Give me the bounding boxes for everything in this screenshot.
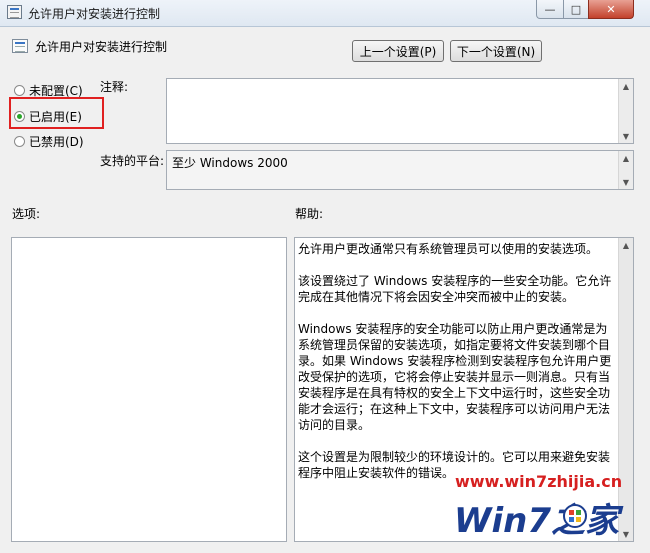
next-setting-button[interactable]: 下一个设置(N) (450, 40, 542, 62)
watermark-logo: Win7之家 (454, 501, 624, 541)
windows-flag-blue (569, 517, 574, 522)
minimize-button[interactable]: — (536, 0, 564, 19)
scroll-up-icon[interactable]: ▲ (619, 238, 633, 252)
watermark-logo-text: Win7之家 (454, 501, 624, 541)
radio-disabled[interactable]: 已禁用(D) (14, 133, 84, 150)
platform-label: 支持的平台: (100, 154, 165, 168)
help-text: 允许用户更改通常只有系统管理员可以使用的安装选项。 该设置绕过了 Windows… (298, 241, 616, 497)
watermark-url: www.win7zhijia.cn (455, 472, 623, 491)
radio-circle[interactable] (14, 136, 25, 147)
scroll-up-icon[interactable]: ▲ (619, 79, 633, 93)
title-bar: 允许用户对安装进行控制 — □ ✕ (0, 0, 650, 27)
platform-value: 至少 Windows 2000 (172, 156, 288, 170)
options-panel (11, 237, 287, 542)
policy-setting-icon (12, 39, 28, 53)
previous-setting-button[interactable]: 上一个设置(P) (352, 40, 444, 62)
maximize-button[interactable]: □ (563, 0, 589, 19)
help-label: 帮助: (295, 207, 324, 221)
radio-circle[interactable] (14, 85, 25, 96)
windows-flag-green (576, 510, 581, 515)
note-scrollbar[interactable]: ▲ ▼ (618, 79, 633, 143)
windows-flag-yellow (576, 517, 581, 522)
windows-flag-red (569, 510, 574, 515)
platform-scrollbar[interactable]: ▲ ▼ (618, 151, 633, 189)
policy-icon (7, 5, 22, 19)
help-paragraph: Windows 安装程序的安全功能可以防止用户更改通常是为系统管理员保留的安装选… (298, 322, 612, 432)
options-label: 选项: (12, 207, 41, 221)
radio-label: 已禁用(D) (29, 135, 84, 149)
setting-title: 允许用户对安装进行控制 (35, 40, 168, 54)
close-button[interactable]: ✕ (588, 0, 634, 19)
window-title: 允许用户对安装进行控制 (28, 7, 161, 21)
windows-orb-icon (563, 504, 587, 528)
scroll-down-icon[interactable]: ▼ (619, 175, 633, 189)
note-label: 注释: (100, 80, 129, 94)
help-paragraph: 该设置绕过了 Windows 安装程序的一些安全功能。它允许完成在其他情况下将会… (298, 274, 612, 304)
scroll-down-icon[interactable]: ▼ (619, 129, 633, 143)
scroll-up-icon[interactable]: ▲ (619, 151, 633, 165)
help-paragraph: 允许用户更改通常只有系统管理员可以使用的安装选项。 (298, 242, 599, 256)
red-highlight-box (9, 97, 104, 129)
note-textarea[interactable]: ▲ ▼ (166, 78, 634, 144)
